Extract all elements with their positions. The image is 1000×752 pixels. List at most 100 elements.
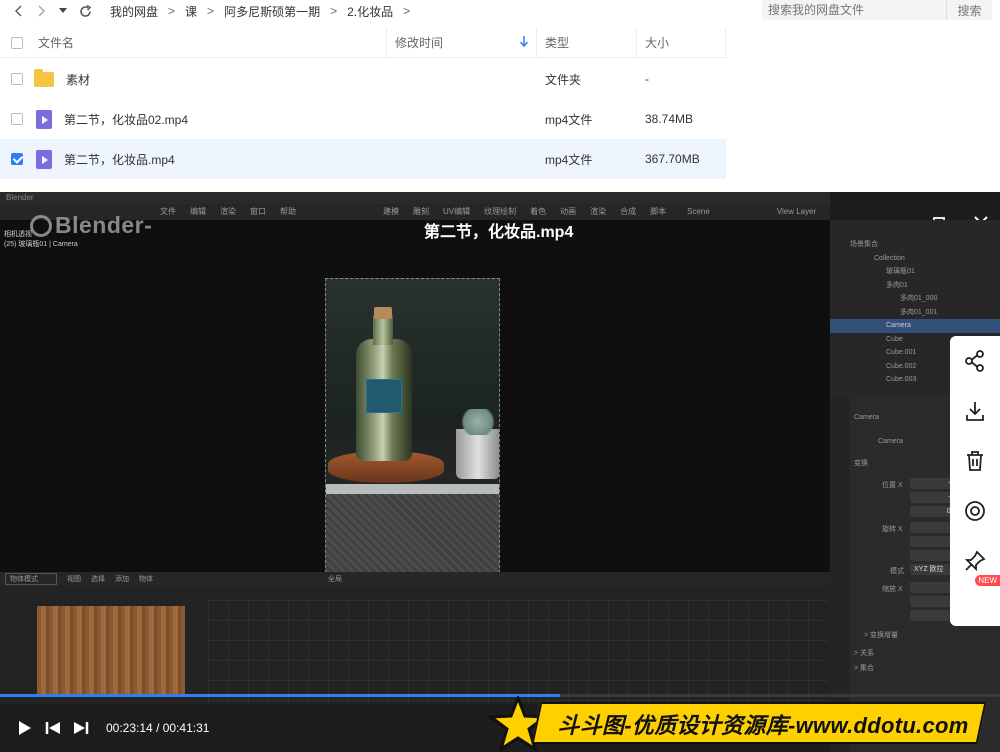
playback-time: 00:23:14 / 00:41:31 [106,721,209,735]
viewport-menu-item: 添加 [115,576,129,583]
search-box: 搜索 [762,0,992,20]
search-button[interactable]: 搜索 [946,0,992,20]
new-badge: NEW [975,575,1000,586]
blender-titlebar: Blender [0,192,830,204]
select-all-cell [0,28,34,58]
rotation-label: 旋转 X [882,526,903,533]
file-name[interactable]: 第二节，化妆品.mp4 [64,151,175,168]
viewport-menu-item: 视图 [67,576,81,583]
row-checkbox-checked[interactable] [11,153,23,165]
file-name[interactable]: 素材 [66,71,90,88]
folder-icon [34,68,54,87]
header-name[interactable]: 文件名 [34,27,387,58]
file-type: 文件夹 [545,72,582,87]
share-icon[interactable] [950,336,1000,386]
mode-label: 模式 [890,568,904,575]
header-modified[interactable]: 修改时间 [387,27,537,58]
file-row[interactable]: 第二节，化妆品02.mp4 mp4文件 38.74MB [0,99,726,139]
search-input[interactable] [762,1,942,19]
file-table-header: 文件名 修改时间 类型 大小 [0,27,726,58]
header-modified-label: 修改时间 [395,36,444,50]
outliner-row-selected: Camera [830,319,1000,333]
history-dropdown-icon[interactable] [52,1,74,21]
blender-menu-item: 渲染 [220,207,236,216]
breadcrumb-item[interactable]: 2.化妆品 [347,3,393,20]
blender-menu-item: 窗口 [250,207,266,216]
player-controls: 00:23:14 / 00:41:31 [0,708,520,748]
hide-icon[interactable] [950,486,1000,536]
viewport-info: 相机透视 (25) 玻璃瓶01 | Camera [4,230,78,250]
props-data-name: Camera [878,438,903,445]
file-row[interactable]: 素材 文件夹 - [0,59,726,99]
stone-top [326,484,499,494]
location-label: 位置 X [882,482,903,489]
outliner-row: Collection [874,254,905,262]
outliner-row: 多肉01_001 [900,308,938,316]
blender-menu-item: 帮助 [280,207,296,216]
row-checkbox-cell [0,73,34,85]
back-icon[interactable] [8,1,30,21]
play-icon[interactable] [14,717,36,739]
viewport-info-line: 相机透视 [4,231,32,238]
blender-menu-item: 编辑 [190,207,206,216]
blender-3d-viewport [0,220,830,588]
file-name[interactable]: 第二节，化妆品02.mp4 [64,111,188,128]
bottle-cork [374,307,392,319]
header-type[interactable]: 类型 [537,27,637,58]
props-object-name: Camera [854,414,879,421]
breadcrumb-item[interactable]: 课 [185,3,197,20]
file-size: 367.70MB [645,152,700,166]
viewport-menu-item: 选择 [91,576,105,583]
breadcrumb-separator: > [330,4,338,18]
file-size: - [645,72,649,86]
forward-icon[interactable] [30,1,52,21]
next-icon[interactable] [70,717,92,739]
breadcrumb-separator: > [168,4,176,18]
row-checkbox[interactable] [11,113,23,125]
file-type: mp4文件 [545,152,593,167]
video-progress-fill [0,694,560,697]
file-browser-toolbar: 我的网盘 > 课 > 阿多尼斯硕第一期 > 2.化妆品 > 搜索 [0,0,1000,22]
video-file-icon [36,109,52,129]
watermark-text: 斗斗图-优质设计资源库-www.ddotu.com [557,713,969,738]
breadcrumb-separator: > [207,4,215,18]
video-player[interactable]: Blender 文件 编辑 渲染 窗口 帮助 建模 雕刻 UV编辑 纹理绘制 着… [0,192,1000,752]
file-name-cell: 素材 [34,68,537,88]
blender-viewlayer-field: View Layer [776,207,817,216]
header-size[interactable]: 大小 [637,27,726,58]
bottle-neck [373,315,393,345]
breadcrumb-separator: > [403,4,411,18]
viewport-info-line: (25) 玻璃瓶01 | Camera [4,241,78,248]
previous-icon[interactable] [42,717,64,739]
watermark-banner: 斗斗图-优质设计资源库-www.ddotu.com [488,696,1000,752]
breadcrumb-item[interactable]: 阿多尼斯硕第一期 [224,3,320,20]
blender-image-editor [0,586,830,704]
breadcrumb-item[interactable]: 我的网盘 [110,3,158,20]
file-name-cell: 第二节，化妆品.mp4 [34,149,537,169]
breadcrumb: 我的网盘 > 课 > 阿多尼斯硕第一期 > 2.化妆品 > [110,3,420,20]
select-all-checkbox[interactable] [11,36,23,49]
outliner-row: 场景集合 [850,241,878,248]
blender-workspace-tab: 合成 [620,207,637,216]
wood-texture-preview [37,606,185,696]
succulent-plant [458,409,498,435]
row-checkbox[interactable] [11,73,23,85]
download-icon[interactable] [950,386,1000,436]
collections-panel: > 集合 [854,665,875,672]
outliner-row: 多肉01_000 [900,295,938,302]
outliner-row: 多肉01 [886,281,908,289]
plant-pot [456,429,499,479]
file-size: 38.74MB [645,112,694,126]
file-row-selected[interactable]: 第二节，化妆品.mp4 mp4文件 367.70MB [0,139,726,179]
refresh-icon[interactable] [74,1,96,21]
delete-icon[interactable] [950,436,1000,486]
row-checkbox-cell [0,153,34,165]
outliner-row: 玻璃瓶01 [886,268,915,275]
blender-menu-item: 文件 [160,207,176,216]
sort-down-icon[interactable] [519,35,529,50]
mode-dropdown: 物体模式 [5,573,57,585]
blender-workspace-tab: 脚本 [650,207,667,216]
blender-workspace-tab: 渲染 [590,207,607,216]
node-editor-grid [208,600,828,704]
relations-panel: > 关系 [854,650,875,657]
